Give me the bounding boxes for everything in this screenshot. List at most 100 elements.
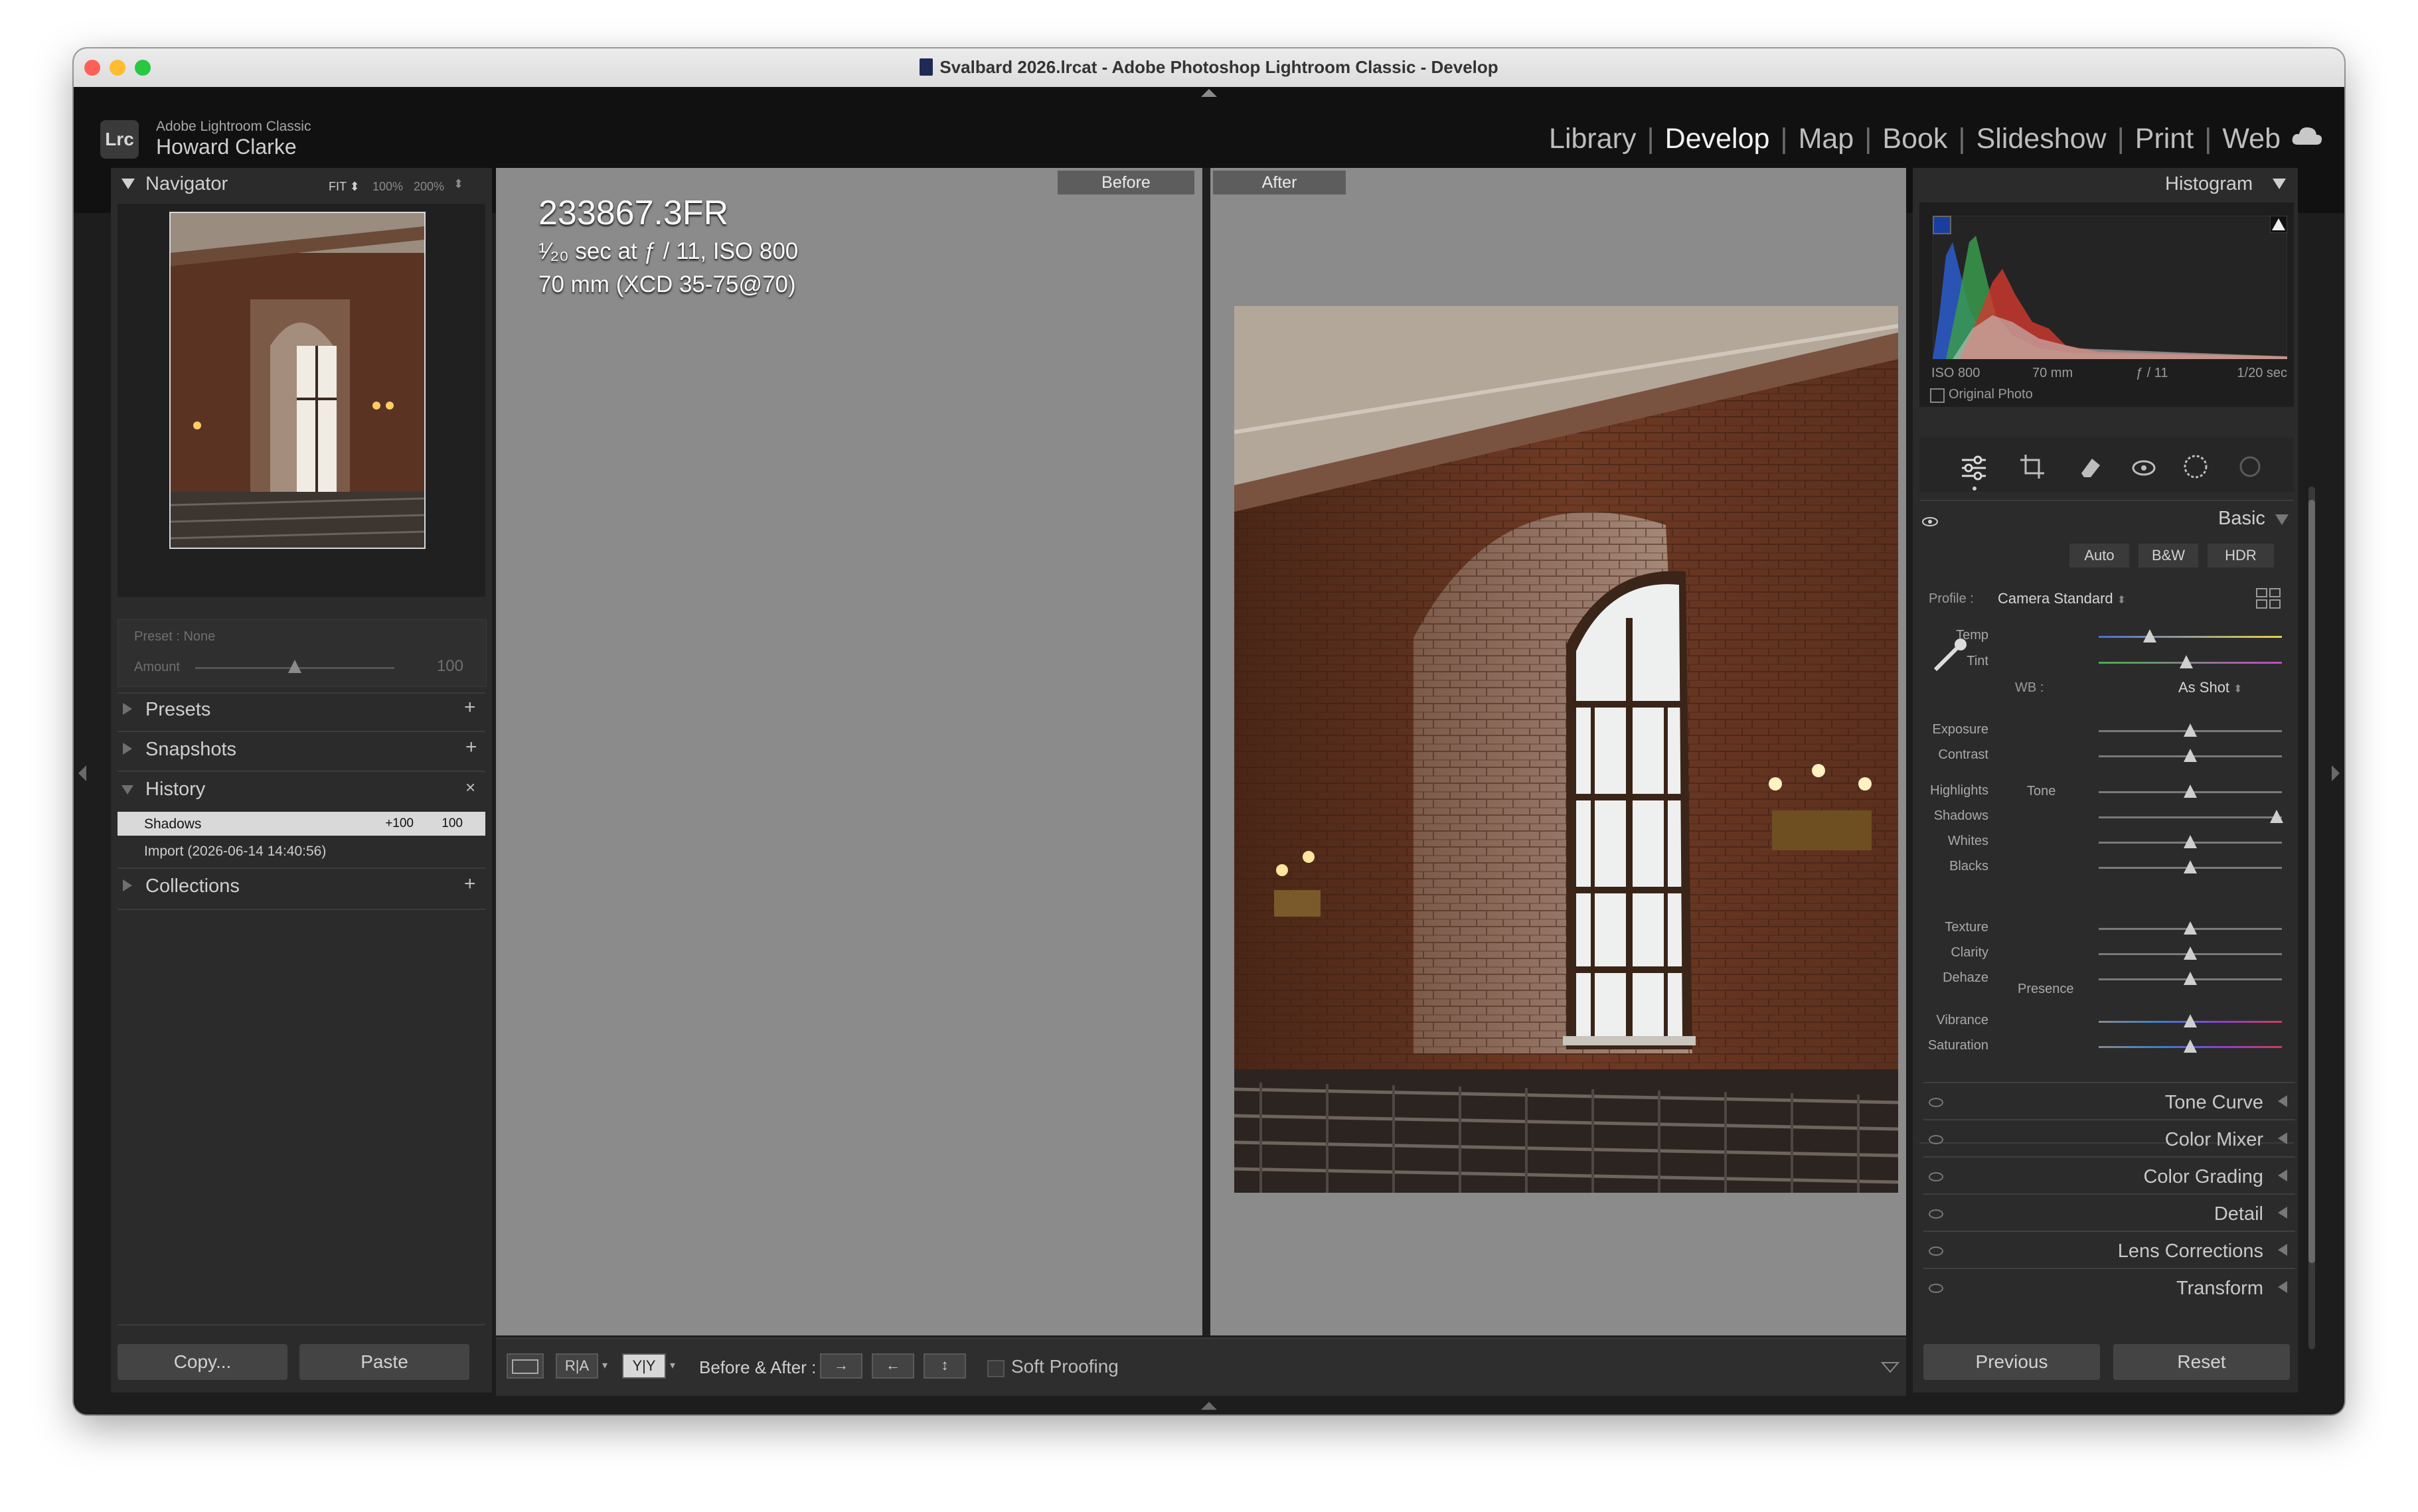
section-tone-curve[interactable]: Tone Curve bbox=[1923, 1082, 2295, 1120]
section-visibility-eye-icon[interactable] bbox=[1929, 1284, 1943, 1293]
vibrance-knob[interactable] bbox=[2184, 1014, 2197, 1027]
tint-value[interactable]: – 9 bbox=[2324, 654, 2344, 669]
profile-browser-icon[interactable] bbox=[2255, 587, 2282, 610]
module-book[interactable]: Book bbox=[1882, 123, 1947, 155]
basic-disclosure-icon[interactable] bbox=[2275, 513, 2289, 526]
vibrance-slider-row[interactable]: Vibrance0 bbox=[1936, 1012, 2285, 1031]
clear-history-icon[interactable]: × bbox=[465, 777, 475, 798]
module-develop[interactable]: Develop bbox=[1665, 123, 1770, 155]
zoom-more-icon[interactable]: ⬍ bbox=[453, 177, 463, 191]
tint-slider-row[interactable]: Tint– 9 bbox=[1953, 652, 2285, 672]
section-disclosure-icon[interactable] bbox=[2278, 1244, 2287, 1256]
collapse-filmstrip-icon[interactable] bbox=[1201, 1401, 1217, 1410]
masking-icon[interactable] bbox=[2182, 453, 2209, 480]
edit-sliders-icon[interactable] bbox=[1961, 455, 1987, 481]
highlights-value[interactable]: 0 bbox=[2324, 783, 2344, 798]
navigator-disclosure-icon[interactable] bbox=[121, 177, 135, 190]
collections-disclosure-icon[interactable] bbox=[121, 879, 132, 891]
whites-slider-row[interactable]: Whites0 bbox=[1948, 832, 2285, 852]
add-snapshot-icon[interactable]: + bbox=[465, 736, 477, 759]
section-disclosure-icon[interactable] bbox=[2278, 1170, 2287, 1181]
module-print[interactable]: Print bbox=[2135, 123, 2194, 155]
temp-slider-row[interactable]: Temp4,600 bbox=[1953, 627, 2285, 646]
profile-select[interactable]: Camera Standard ⬍ bbox=[1998, 590, 2126, 607]
section-visibility-eye-icon[interactable] bbox=[1929, 1172, 1943, 1181]
shadows-track[interactable] bbox=[2099, 816, 2282, 818]
highlights-knob[interactable] bbox=[2184, 785, 2197, 798]
highlight-clipping-indicator[interactable] bbox=[2270, 216, 2287, 233]
shadows-slider-row[interactable]: Shadows+ 100 bbox=[1934, 807, 2285, 827]
soft-proofing-checkbox[interactable] bbox=[987, 1360, 1005, 1377]
history-header[interactable]: History bbox=[145, 779, 205, 800]
module-map[interactable]: Map bbox=[1799, 123, 1854, 155]
temp-knob[interactable] bbox=[2143, 629, 2157, 643]
blacks-knob[interactable] bbox=[2184, 860, 2197, 873]
cloud-sync-icon[interactable] bbox=[2291, 125, 2323, 146]
dehaze-knob[interactable] bbox=[2184, 972, 2197, 985]
exposure-slider-row[interactable]: Exposure0.00 bbox=[1933, 721, 2285, 741]
toolbar-options-icon[interactable] bbox=[1881, 1360, 1899, 1375]
section-disclosure-icon[interactable] bbox=[2278, 1207, 2287, 1219]
histogram-graph[interactable] bbox=[1933, 216, 2287, 359]
add-collection-icon[interactable]: + bbox=[464, 873, 476, 895]
section-color-mixer[interactable]: Color Mixer bbox=[1923, 1119, 2295, 1158]
section-disclosure-icon[interactable] bbox=[2278, 1095, 2287, 1107]
collapse-right-panel-icon[interactable] bbox=[2331, 765, 2340, 781]
section-transform[interactable]: Transform bbox=[1923, 1268, 2295, 1306]
loupe-view-button[interactable] bbox=[507, 1353, 544, 1379]
section-visibility-eye-icon[interactable] bbox=[1929, 1209, 1943, 1219]
module-web[interactable]: Web bbox=[2222, 123, 2281, 155]
copy-after-to-before-button[interactable]: ← bbox=[872, 1353, 914, 1379]
red-eye-icon[interactable] bbox=[2131, 453, 2157, 480]
shadows-knob[interactable] bbox=[2269, 810, 2283, 823]
copy-settings-button[interactable]: Copy... bbox=[118, 1344, 287, 1380]
amount-slider-knob[interactable] bbox=[288, 660, 301, 673]
presets-tool-icon[interactable] bbox=[2237, 453, 2263, 480]
temp-value[interactable]: 4,600 bbox=[2324, 628, 2344, 643]
dehaze-value[interactable]: 0 bbox=[2324, 970, 2344, 986]
history-item-import[interactable]: Import (2026-06-14 14:40:56) bbox=[144, 844, 326, 860]
exposure-value[interactable]: 0.00 bbox=[2324, 722, 2344, 737]
section-lens-corrections[interactable]: Lens Corrections bbox=[1923, 1231, 2295, 1269]
collapse-left-panel-icon[interactable] bbox=[78, 765, 87, 781]
crop-icon[interactable] bbox=[2019, 453, 2046, 480]
zoom-fit[interactable]: FIT ⬍ bbox=[329, 180, 360, 194]
hdr-button[interactable]: HDR bbox=[2208, 544, 2274, 567]
right-panel-scrollbar[interactable] bbox=[2308, 487, 2315, 1349]
clarity-slider-row[interactable]: Clarity0 bbox=[1951, 944, 2285, 964]
blacks-value[interactable]: 0 bbox=[2324, 859, 2344, 874]
swap-before-after-button[interactable]: ↕ bbox=[924, 1353, 966, 1379]
before-after-side-by-side-button[interactable]: Y|Y bbox=[622, 1353, 666, 1379]
section-detail[interactable]: Detail bbox=[1923, 1193, 2295, 1232]
history-item-shadows[interactable]: Shadows +100 100 bbox=[118, 812, 485, 836]
whites-value[interactable]: 0 bbox=[2324, 834, 2344, 849]
navigator-preview[interactable] bbox=[169, 212, 426, 549]
history-disclosure-icon[interactable] bbox=[121, 784, 133, 794]
original-photo-checkbox[interactable] bbox=[1930, 388, 1945, 403]
saturation-value[interactable]: 0 bbox=[2324, 1038, 2344, 1053]
saturation-knob[interactable] bbox=[2184, 1039, 2197, 1053]
healing-eraser-icon[interactable] bbox=[2076, 453, 2103, 480]
contrast-knob[interactable] bbox=[2184, 749, 2197, 762]
whites-knob[interactable] bbox=[2184, 835, 2197, 848]
module-slideshow[interactable]: Slideshow bbox=[1976, 123, 2107, 155]
after-pane[interactable]: After bbox=[1210, 168, 1906, 1335]
copy-before-to-after-button[interactable]: → bbox=[820, 1353, 862, 1379]
add-preset-icon[interactable]: + bbox=[464, 696, 476, 719]
temp-track[interactable] bbox=[2099, 636, 2282, 638]
basic-title[interactable]: Basic bbox=[2218, 508, 2265, 530]
snapshots-header[interactable]: Snapshots bbox=[145, 739, 236, 761]
contrast-slider-row[interactable]: Contrast0 bbox=[1938, 746, 2285, 766]
clarity-knob[interactable] bbox=[2184, 946, 2197, 960]
tint-knob[interactable] bbox=[2180, 655, 2194, 668]
paste-settings-button[interactable]: Paste bbox=[299, 1344, 469, 1380]
texture-value[interactable]: 0 bbox=[2324, 920, 2344, 935]
bw-button[interactable]: B&W bbox=[2138, 544, 2198, 567]
vibrance-value[interactable]: 0 bbox=[2324, 1013, 2344, 1028]
basic-visibility-eye-icon[interactable] bbox=[1922, 517, 1938, 526]
section-disclosure-icon[interactable] bbox=[2278, 1132, 2287, 1144]
auto-button[interactable]: Auto bbox=[2069, 544, 2129, 567]
texture-slider-row[interactable]: Texture0 bbox=[1945, 919, 2285, 939]
section-visibility-eye-icon[interactable] bbox=[1929, 1135, 1943, 1144]
histogram-disclosure-icon[interactable] bbox=[2273, 177, 2286, 190]
